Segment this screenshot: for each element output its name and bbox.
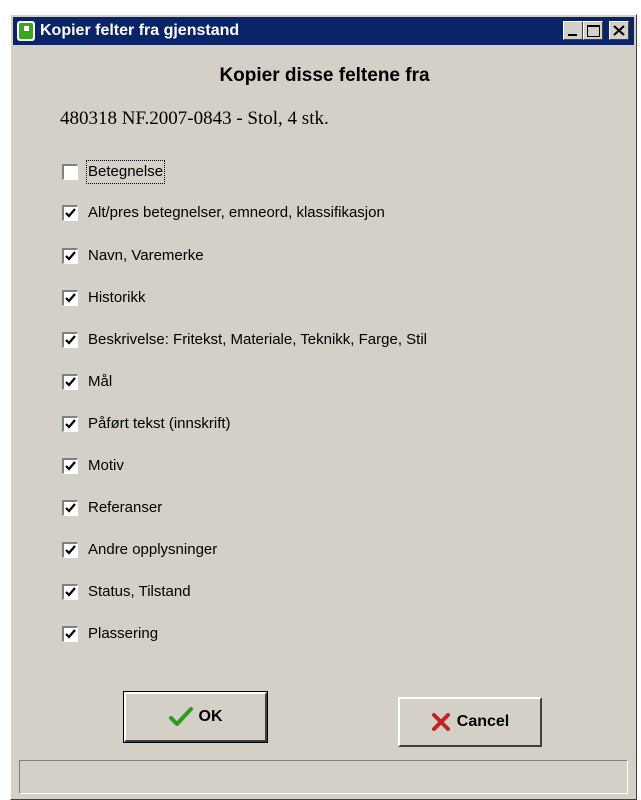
check-icon [168,707,193,726]
checkbox[interactable] [62,416,78,432]
ok-button[interactable]: OK [123,691,268,743]
checkbox-label[interactable]: Plassering [88,624,158,644]
checkbox[interactable] [62,290,78,306]
item-identifier: 480318 NF.2007-0843 - Stol, 4 stk. [60,108,329,129]
checkmark-icon [65,587,76,597]
checkbox[interactable] [62,332,78,348]
window-title: Kopier felter fra gjenstand [40,22,240,39]
x-icon [431,713,450,731]
checkbox[interactable] [62,458,78,474]
checkbox-label[interactable]: Alt/pres betegnelser, emneord, klassifik… [88,203,385,223]
title-bar[interactable]: Kopier felter fra gjenstand [13,17,634,45]
checkmark-icon [65,251,76,261]
cancel-button-label: Cancel [456,713,510,730]
checkbox-label[interactable]: Påført tekst (innskrift) [88,414,231,434]
checkmark-icon [65,293,76,303]
checkbox-label[interactable]: Betegnelse [85,160,166,184]
checkmark-icon [65,208,76,218]
checkbox[interactable] [62,205,78,221]
checkbox[interactable] [62,542,78,558]
checkbox-label[interactable]: Mål [88,372,112,392]
checkbox-label[interactable]: Beskrivelse: Fritekst, Materiale, Teknik… [88,330,427,350]
checkbox-label[interactable]: Motiv [88,456,124,476]
checkbox[interactable] [62,500,78,516]
checkbox-label[interactable]: Navn, Varemerke [88,246,204,266]
checkbox[interactable] [62,374,78,390]
minimize-icon [568,34,577,36]
checkmark-icon [65,419,76,429]
dialog-heading: Kopier disse feltene fra [219,65,430,86]
checkmark-icon [65,377,76,387]
checkbox[interactable] [62,626,78,642]
checkmark-icon [65,503,76,513]
cancel-button[interactable]: Cancel [398,697,542,747]
maximize-button[interactable] [583,21,603,40]
checkbox[interactable] [62,584,78,600]
close-button[interactable] [609,21,629,40]
maximize-icon [587,25,600,37]
dialog-window: Kopier felter fra gjenstand Kopier disse… [10,14,637,800]
app-icon[interactable] [17,21,35,41]
checkbox[interactable] [62,164,78,180]
checkbox-label[interactable]: Historikk [88,288,146,308]
checkmark-icon [65,461,76,471]
close-icon [613,25,625,36]
checkmark-icon [65,335,76,345]
ok-button-label: OK [198,708,223,725]
status-bar [19,760,628,794]
checkbox-label[interactable]: Status, Tilstand [88,582,191,602]
checkbox[interactable] [62,248,78,264]
checkbox-label[interactable]: Referanser [88,498,162,518]
checkmark-icon [65,545,76,555]
checkbox-label[interactable]: Andre opplysninger [88,540,217,560]
minimize-button[interactable] [563,21,583,40]
checkmark-icon [65,629,76,639]
